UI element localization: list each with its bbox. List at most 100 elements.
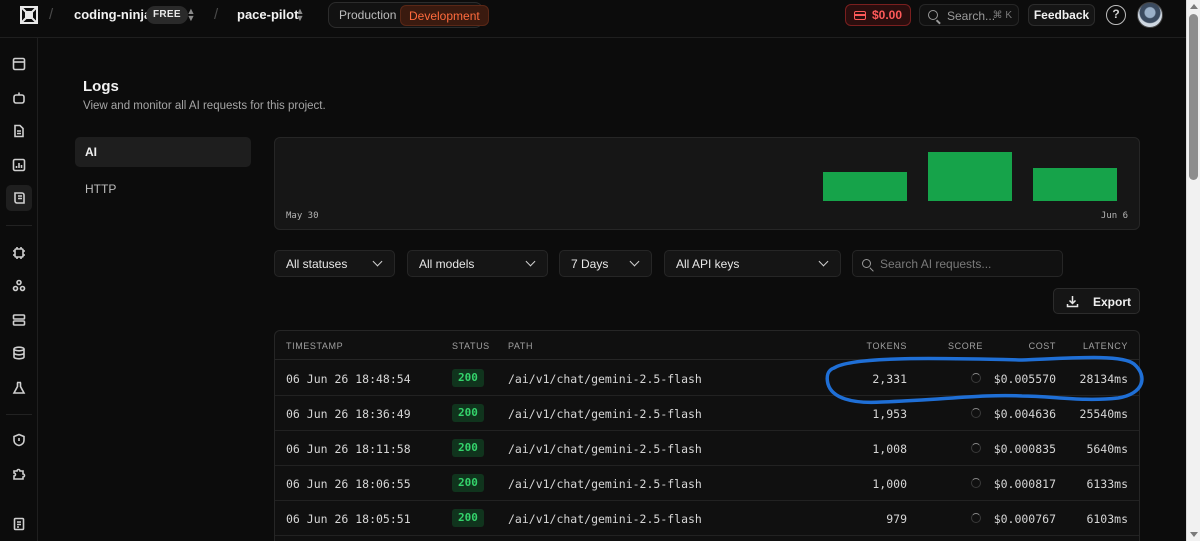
search-shortcut: ⌘ K <box>992 10 1012 21</box>
analytics-icon[interactable] <box>9 155 29 175</box>
env-production-button[interactable]: Production <box>339 8 396 22</box>
subnav-item-http[interactable]: HTTP <box>75 174 251 204</box>
cell-timestamp: 06 Jun 26 18:11:58 <box>286 442 411 456</box>
chevron-up-down-icon[interactable]: ▲ ▼ <box>295 7 305 23</box>
column-header-score[interactable]: SCORE <box>948 341 983 351</box>
chip-icon[interactable] <box>9 243 29 263</box>
export-button[interactable]: Export <box>1053 288 1140 314</box>
table-row[interactable]: 06 Jun 26 18:11:58 200/ai/v1/chat/gemini-… <box>275 431 1139 466</box>
cell-latency: 5640ms <box>1086 442 1128 456</box>
histogram-bar[interactable] <box>928 152 1012 201</box>
scrollbar-thumb[interactable] <box>1189 14 1198 180</box>
cell-tokens: 1,008 <box>872 442 907 456</box>
histogram-bar[interactable] <box>823 172 907 201</box>
cell-path: /ai/v1/chat/gemini-2.5-flash <box>508 512 702 526</box>
cell-cost: $0.005570 <box>993 372 1056 386</box>
chevron-down-icon <box>818 256 829 267</box>
top-bar: / coding-ninja FREE ▲ ▼ / pace-pilot ▲ ▼ P… <box>0 0 1186 38</box>
project-name[interactable]: pace-pilot <box>237 7 298 22</box>
environment-toggle: Production Development <box>328 2 489 28</box>
download-icon <box>1066 296 1079 308</box>
credit-balance-button[interactable]: $0.00 <box>845 4 911 26</box>
chevron-down-icon <box>629 256 640 267</box>
cell-tokens: 979 <box>886 512 907 526</box>
credit-balance-label: $0.00 <box>872 8 903 22</box>
loading-spinner-icon <box>971 443 981 453</box>
cell-latency: 6133ms <box>1086 477 1128 491</box>
breadcrumb-separator: / <box>214 6 219 23</box>
column-header-latency[interactable]: LATENCY <box>1083 341 1128 351</box>
dashboard-icon[interactable] <box>9 54 29 74</box>
status-filter[interactable]: All statuses <box>274 250 395 277</box>
column-header-status[interactable]: STATUS <box>452 341 490 351</box>
chevron-down-icon <box>525 256 536 267</box>
api-key-filter-value: All API keys <box>676 257 740 271</box>
column-header-timestamp[interactable]: TIMESTAMP <box>286 341 343 351</box>
cell-cost: $0.000817 <box>993 477 1056 491</box>
model-filter[interactable]: All models <box>407 250 548 277</box>
icon-sidebar <box>0 38 38 541</box>
shield-icon[interactable] <box>9 430 29 450</box>
table-row[interactable]: 06 Jun 26 18:05:51 200/ai/v1/chat/gemini-… <box>275 501 1139 536</box>
cell-cost: $0.004636 <box>993 407 1056 421</box>
loading-spinner-icon <box>971 478 981 488</box>
status-badge: 200 <box>452 439 484 457</box>
cell-path: /ai/v1/chat/gemini-2.5-flash <box>508 407 702 421</box>
column-header-tokens[interactable]: TOKENS <box>867 341 907 351</box>
time-range-filter[interactable]: 7 Days <box>559 250 652 277</box>
table-row[interactable]: 06 Jun 26 18:06:55 200/ai/v1/chat/gemini-… <box>275 466 1139 501</box>
workflows-icon[interactable] <box>9 276 29 296</box>
scroll-up-arrow-icon[interactable] <box>1190 4 1198 9</box>
global-search-button[interactable]: Search... ⌘ K <box>919 4 1019 26</box>
chevron-down-icon <box>372 256 383 267</box>
docs-icon[interactable] <box>9 514 29 534</box>
app-logo-icon[interactable] <box>20 6 38 24</box>
flask-icon[interactable] <box>9 378 29 398</box>
table-row[interactable]: 06 Jun 26 18:48:54 200/ai/v1/chat/gemini-… <box>275 361 1139 396</box>
subnav-item-ai[interactable]: AI <box>75 137 251 167</box>
feedback-button[interactable]: Feedback <box>1028 4 1095 26</box>
global-search-placeholder: Search... <box>947 9 996 23</box>
time-range-value: 7 Days <box>571 257 609 271</box>
logs-table: TIMESTAMP STATUS PATH TOKENS SCORE COST … <box>274 330 1140 541</box>
storage-icon[interactable] <box>9 310 29 330</box>
cell-cost: $0.000835 <box>993 442 1056 456</box>
column-header-path[interactable]: PATH <box>508 341 533 351</box>
api-key-filter[interactable]: All API keys <box>664 250 841 277</box>
request-search-input[interactable]: Search AI requests... <box>852 250 1063 277</box>
cell-tokens: 1,953 <box>872 407 907 421</box>
column-header-cost[interactable]: COST <box>1029 341 1056 351</box>
search-icon <box>928 10 938 20</box>
loading-spinner-icon <box>971 408 981 418</box>
cell-timestamp: 06 Jun 26 18:48:54 <box>286 372 411 386</box>
cell-timestamp: 06 Jun 26 18:36:49 <box>286 407 411 421</box>
page-scrollbar[interactable] <box>1186 0 1200 541</box>
chevron-up-down-icon[interactable]: ▲ ▼ <box>186 7 196 23</box>
bot-icon[interactable] <box>9 88 29 108</box>
logs-icon[interactable] <box>6 185 32 211</box>
help-icon[interactable]: ? <box>1106 5 1126 25</box>
avatar[interactable] <box>1137 2 1163 28</box>
cell-latency: 28134ms <box>1079 372 1128 386</box>
histogram-bar[interactable] <box>1033 168 1117 201</box>
cell-latency: 6103ms <box>1086 512 1128 526</box>
env-development-button[interactable]: Development <box>400 5 489 26</box>
histogram-end-label: Jun 6 <box>1100 211 1128 221</box>
histogram-start-label: May 30 <box>286 211 319 221</box>
scroll-down-arrow-icon[interactable] <box>1190 532 1198 537</box>
cell-path: /ai/v1/chat/gemini-2.5-flash <box>508 372 702 386</box>
model-filter-value: All models <box>419 257 475 271</box>
cell-path: /ai/v1/chat/gemini-2.5-flash <box>508 477 702 491</box>
page-subtitle: View and monitor all AI requests for thi… <box>83 100 326 112</box>
database-icon[interactable] <box>9 343 29 363</box>
loading-spinner-icon <box>971 513 981 523</box>
breadcrumb-separator: / <box>49 6 54 23</box>
request-search-placeholder: Search AI requests... <box>880 257 992 271</box>
org-name[interactable]: coding-ninja <box>74 7 151 22</box>
puzzle-icon[interactable] <box>9 464 29 484</box>
table-row[interactable]: 06 Jun 26 18:36:49 200/ai/v1/chat/gemini-… <box>275 396 1139 431</box>
cell-timestamp: 06 Jun 26 18:06:55 <box>286 477 411 491</box>
status-filter-value: All statuses <box>286 257 348 271</box>
status-badge: 200 <box>452 369 484 387</box>
document-icon[interactable] <box>9 121 29 141</box>
